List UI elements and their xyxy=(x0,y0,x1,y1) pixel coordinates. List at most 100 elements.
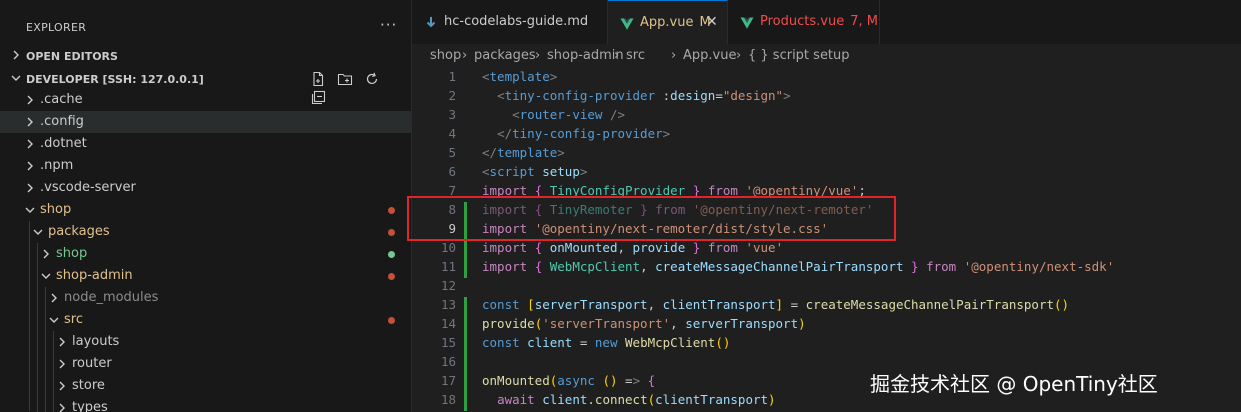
tab-label: hc-codelabs-guide.md xyxy=(444,14,588,29)
tree-item-label: .dotnet xyxy=(40,136,87,151)
chevron-right-icon xyxy=(59,403,65,412)
code-line[interactable]: provide('serverTransport', serverTranspo… xyxy=(482,316,806,331)
tree-item-label: .config xyxy=(40,114,84,129)
code-line[interactable]: import { WebMcpClient, createMessageChan… xyxy=(482,259,1114,274)
breadcrumb-item[interactable]: { } script setup xyxy=(748,48,850,63)
chevron-down-icon xyxy=(33,229,43,235)
breadcrumb-item[interactable]: src xyxy=(626,48,645,63)
chevron-right-icon xyxy=(59,381,65,391)
tree-item-label: src xyxy=(64,312,83,327)
tree-item[interactable]: src xyxy=(0,309,411,331)
breadcrumb-item[interactable]: shop-admin xyxy=(547,48,624,63)
tree-item[interactable]: shop-admin xyxy=(0,265,411,287)
tab-badge: 7, M xyxy=(850,14,878,29)
line-number: 4 xyxy=(448,126,456,141)
git-status-dot xyxy=(388,317,395,324)
git-status-dot xyxy=(388,251,395,258)
breadcrumb-separator: › xyxy=(671,48,677,63)
close-icon[interactable]: ✕ xyxy=(706,14,718,30)
line-number: 11 xyxy=(440,259,456,274)
breadcrumb-item[interactable]: shop xyxy=(430,48,461,63)
open-editors-section[interactable]: OPEN EDITORS xyxy=(0,45,411,67)
chevron-right-icon xyxy=(27,183,33,193)
vue-icon xyxy=(620,17,634,31)
breadcrumb-separator: › xyxy=(535,48,541,63)
git-status-dot xyxy=(388,207,395,214)
code-line[interactable]: await client.connect(clientTransport) xyxy=(482,392,776,407)
open-editors-label: OPEN EDITORS xyxy=(26,50,118,63)
code-line[interactable]: const client = new WebMcpClient() xyxy=(482,335,730,350)
code-line[interactable]: import { onMounted, provide } from 'vue' xyxy=(482,240,783,255)
tree-item-label: store xyxy=(72,378,105,393)
watermark: 掘金技术社区 @ OpenTiny社区 xyxy=(870,372,1158,396)
breadcrumb-separator: › xyxy=(736,48,742,63)
chevron-right-icon xyxy=(27,95,33,105)
tree-item[interactable]: .cache xyxy=(0,89,411,111)
more-actions-icon[interactable]: ··· xyxy=(380,16,397,34)
code-line[interactable]: <template> xyxy=(482,69,557,84)
tree-item[interactable]: .dotnet xyxy=(0,133,411,155)
tree-item-label: .npm xyxy=(40,158,74,173)
line-number: 6 xyxy=(448,164,456,179)
workspace-section[interactable]: DEVELOPER [SSH: 127.0.0.1] xyxy=(0,68,411,105)
tree-item[interactable]: types xyxy=(0,397,411,412)
indent-guide xyxy=(37,243,38,412)
line-number: 15 xyxy=(440,335,456,350)
tree-item[interactable]: shop xyxy=(0,199,411,221)
tree-item[interactable]: .config xyxy=(0,111,411,133)
tab-products-vue[interactable]: Products.vue 7, M xyxy=(728,0,880,44)
breadcrumb: shop › packages › shop-admin › src › App.vue ›{ }… xyxy=(412,44,1241,68)
new-folder-icon[interactable] xyxy=(337,71,353,87)
line-number: 17 xyxy=(440,373,456,388)
chevron-right-icon xyxy=(27,161,33,171)
chevron-right-icon xyxy=(27,117,33,127)
vue-icon xyxy=(740,16,754,30)
line-number: 13 xyxy=(440,297,456,312)
tree-item[interactable]: .vscode-server xyxy=(0,177,411,199)
tree-item[interactable]: store xyxy=(0,375,411,397)
indent-guide xyxy=(45,287,46,412)
breadcrumb-item[interactable]: App.vue xyxy=(683,48,736,63)
tree-item[interactable]: node_modules xyxy=(0,287,411,309)
tree-item[interactable]: packages xyxy=(0,221,411,243)
new-file-icon[interactable] xyxy=(310,71,326,87)
refresh-icon[interactable] xyxy=(364,71,380,87)
tree-item-label: shop xyxy=(56,246,88,261)
workspace-label: DEVELOPER [SSH: 127.0.0.1] xyxy=(26,73,204,86)
breadcrumb-item[interactable]: packages xyxy=(474,48,536,63)
git-status-dot xyxy=(388,273,395,280)
line-number: 5 xyxy=(448,145,456,160)
tree-item-label: router xyxy=(72,356,112,371)
markdown-icon xyxy=(424,16,438,30)
tree-item-label: .vscode-server xyxy=(40,180,136,195)
tab-label: Products.vue 7, M xyxy=(760,14,878,29)
breadcrumb-separator: › xyxy=(462,48,468,63)
breadcrumb-separator: › xyxy=(614,48,620,63)
code-line[interactable]: <script setup> xyxy=(482,164,587,179)
line-number: 18 xyxy=(440,392,456,407)
tab-hc-codelabs-guide-md[interactable]: hc-codelabs-guide.md xyxy=(412,0,608,44)
code-line[interactable]: </template> xyxy=(482,145,565,160)
chevron-down-icon xyxy=(49,317,59,323)
tree-item-label: .cache xyxy=(40,92,83,107)
chevron-down-icon xyxy=(25,207,35,213)
tab-name: App.vue xyxy=(640,15,694,30)
tree-item[interactable]: shop xyxy=(0,243,411,265)
code-line[interactable]: </tiny-config-provider> xyxy=(482,126,670,141)
tree-item-label: packages xyxy=(48,224,110,239)
tree-item[interactable]: layouts xyxy=(0,331,411,353)
code-line[interactable]: <tiny-config-provider :design="design"> xyxy=(482,88,791,103)
chevron-down-icon xyxy=(11,75,21,81)
explorer-title: EXPLORER xyxy=(26,21,87,34)
line-number: 3 xyxy=(448,107,456,122)
code-line[interactable]: <router-view /> xyxy=(482,107,625,122)
tree-item[interactable]: .npm xyxy=(0,155,411,177)
tab-app-vue[interactable]: App.vue M ✕ xyxy=(608,0,728,44)
tree-item-label: node_modules xyxy=(64,290,159,305)
line-number: 2 xyxy=(448,88,456,103)
line-number: 12 xyxy=(440,278,456,293)
chevron-right-icon xyxy=(59,337,65,347)
code-line[interactable]: const [serverTransport, clientTransport]… xyxy=(482,297,1069,312)
code-line[interactable]: onMounted(async () => { xyxy=(482,373,655,388)
tree-item[interactable]: router xyxy=(0,353,411,375)
